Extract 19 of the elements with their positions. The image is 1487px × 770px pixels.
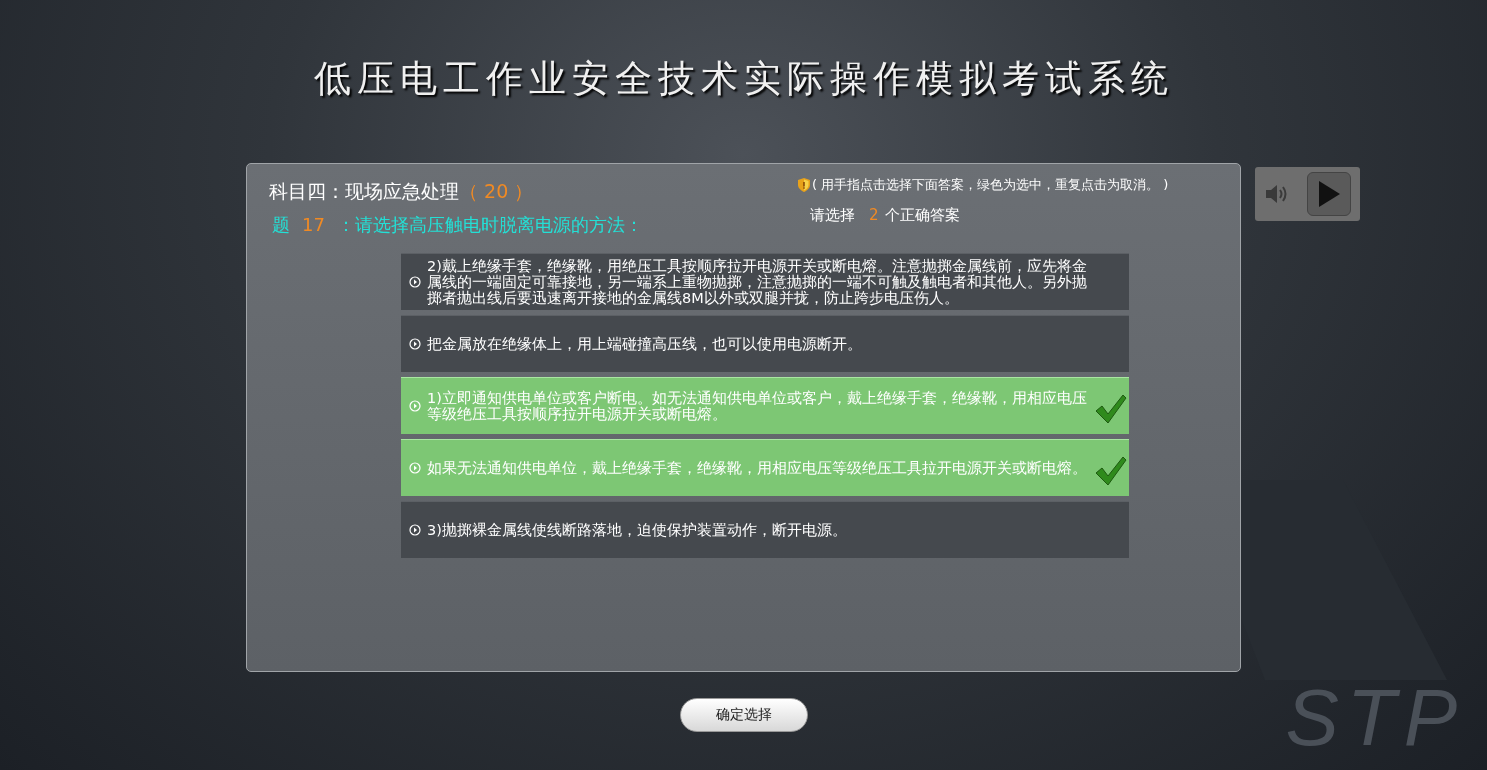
play-circle-icon [409,462,421,474]
play-circle-icon [409,338,421,350]
question-text: 题 17 ：请选择高压触电时脱离电源的方法： [271,213,643,237]
subject-heading: 科目四：现场应急处理（ 20 ） [269,179,535,204]
checkmark-icon [1095,394,1127,424]
play-circle-icon [409,400,421,412]
play-circle-icon [409,524,421,536]
app-title: 低压电工作业安全技术实际操作模拟考试系统 [313,56,1174,102]
hint-text: ( 用手指点击选择下面答案，绿色为选中，重复点击为取消。 ) [812,176,1169,194]
shield-icon [798,178,810,192]
play-button[interactable] [1307,172,1352,216]
answer-option[interactable]: 2)戴上绝缘手套，绝缘靴，用绝压工具按顺序拉开电源开关或断电熔。注意抛掷金属线前，应先将金属线的一端固定可靠接地，另一端系上重物抛掷，注意抛掷的一端不可触及触电者和其他人。另外抛掷者抛出线后要迅速离开接地的金属线8M以外或双腿并拢，防止跨步电压伤人。 [401,253,1129,310]
play-icon [1317,180,1342,208]
instruction-text: 请选择 2 个正确答案 [809,206,961,225]
play-circle-icon [409,276,421,288]
confirm-button[interactable]: 确定选择 [679,698,808,732]
checkmark-icon [1095,456,1127,486]
answer-option[interactable]: 3)抛掷裸金属线使线断路落地，迫使保护装置动作，断开电源。 [401,501,1129,558]
answer-option[interactable]: 把金属放在绝缘体上，用上端碰撞高压线，也可以使用电源断开。 [401,315,1129,372]
